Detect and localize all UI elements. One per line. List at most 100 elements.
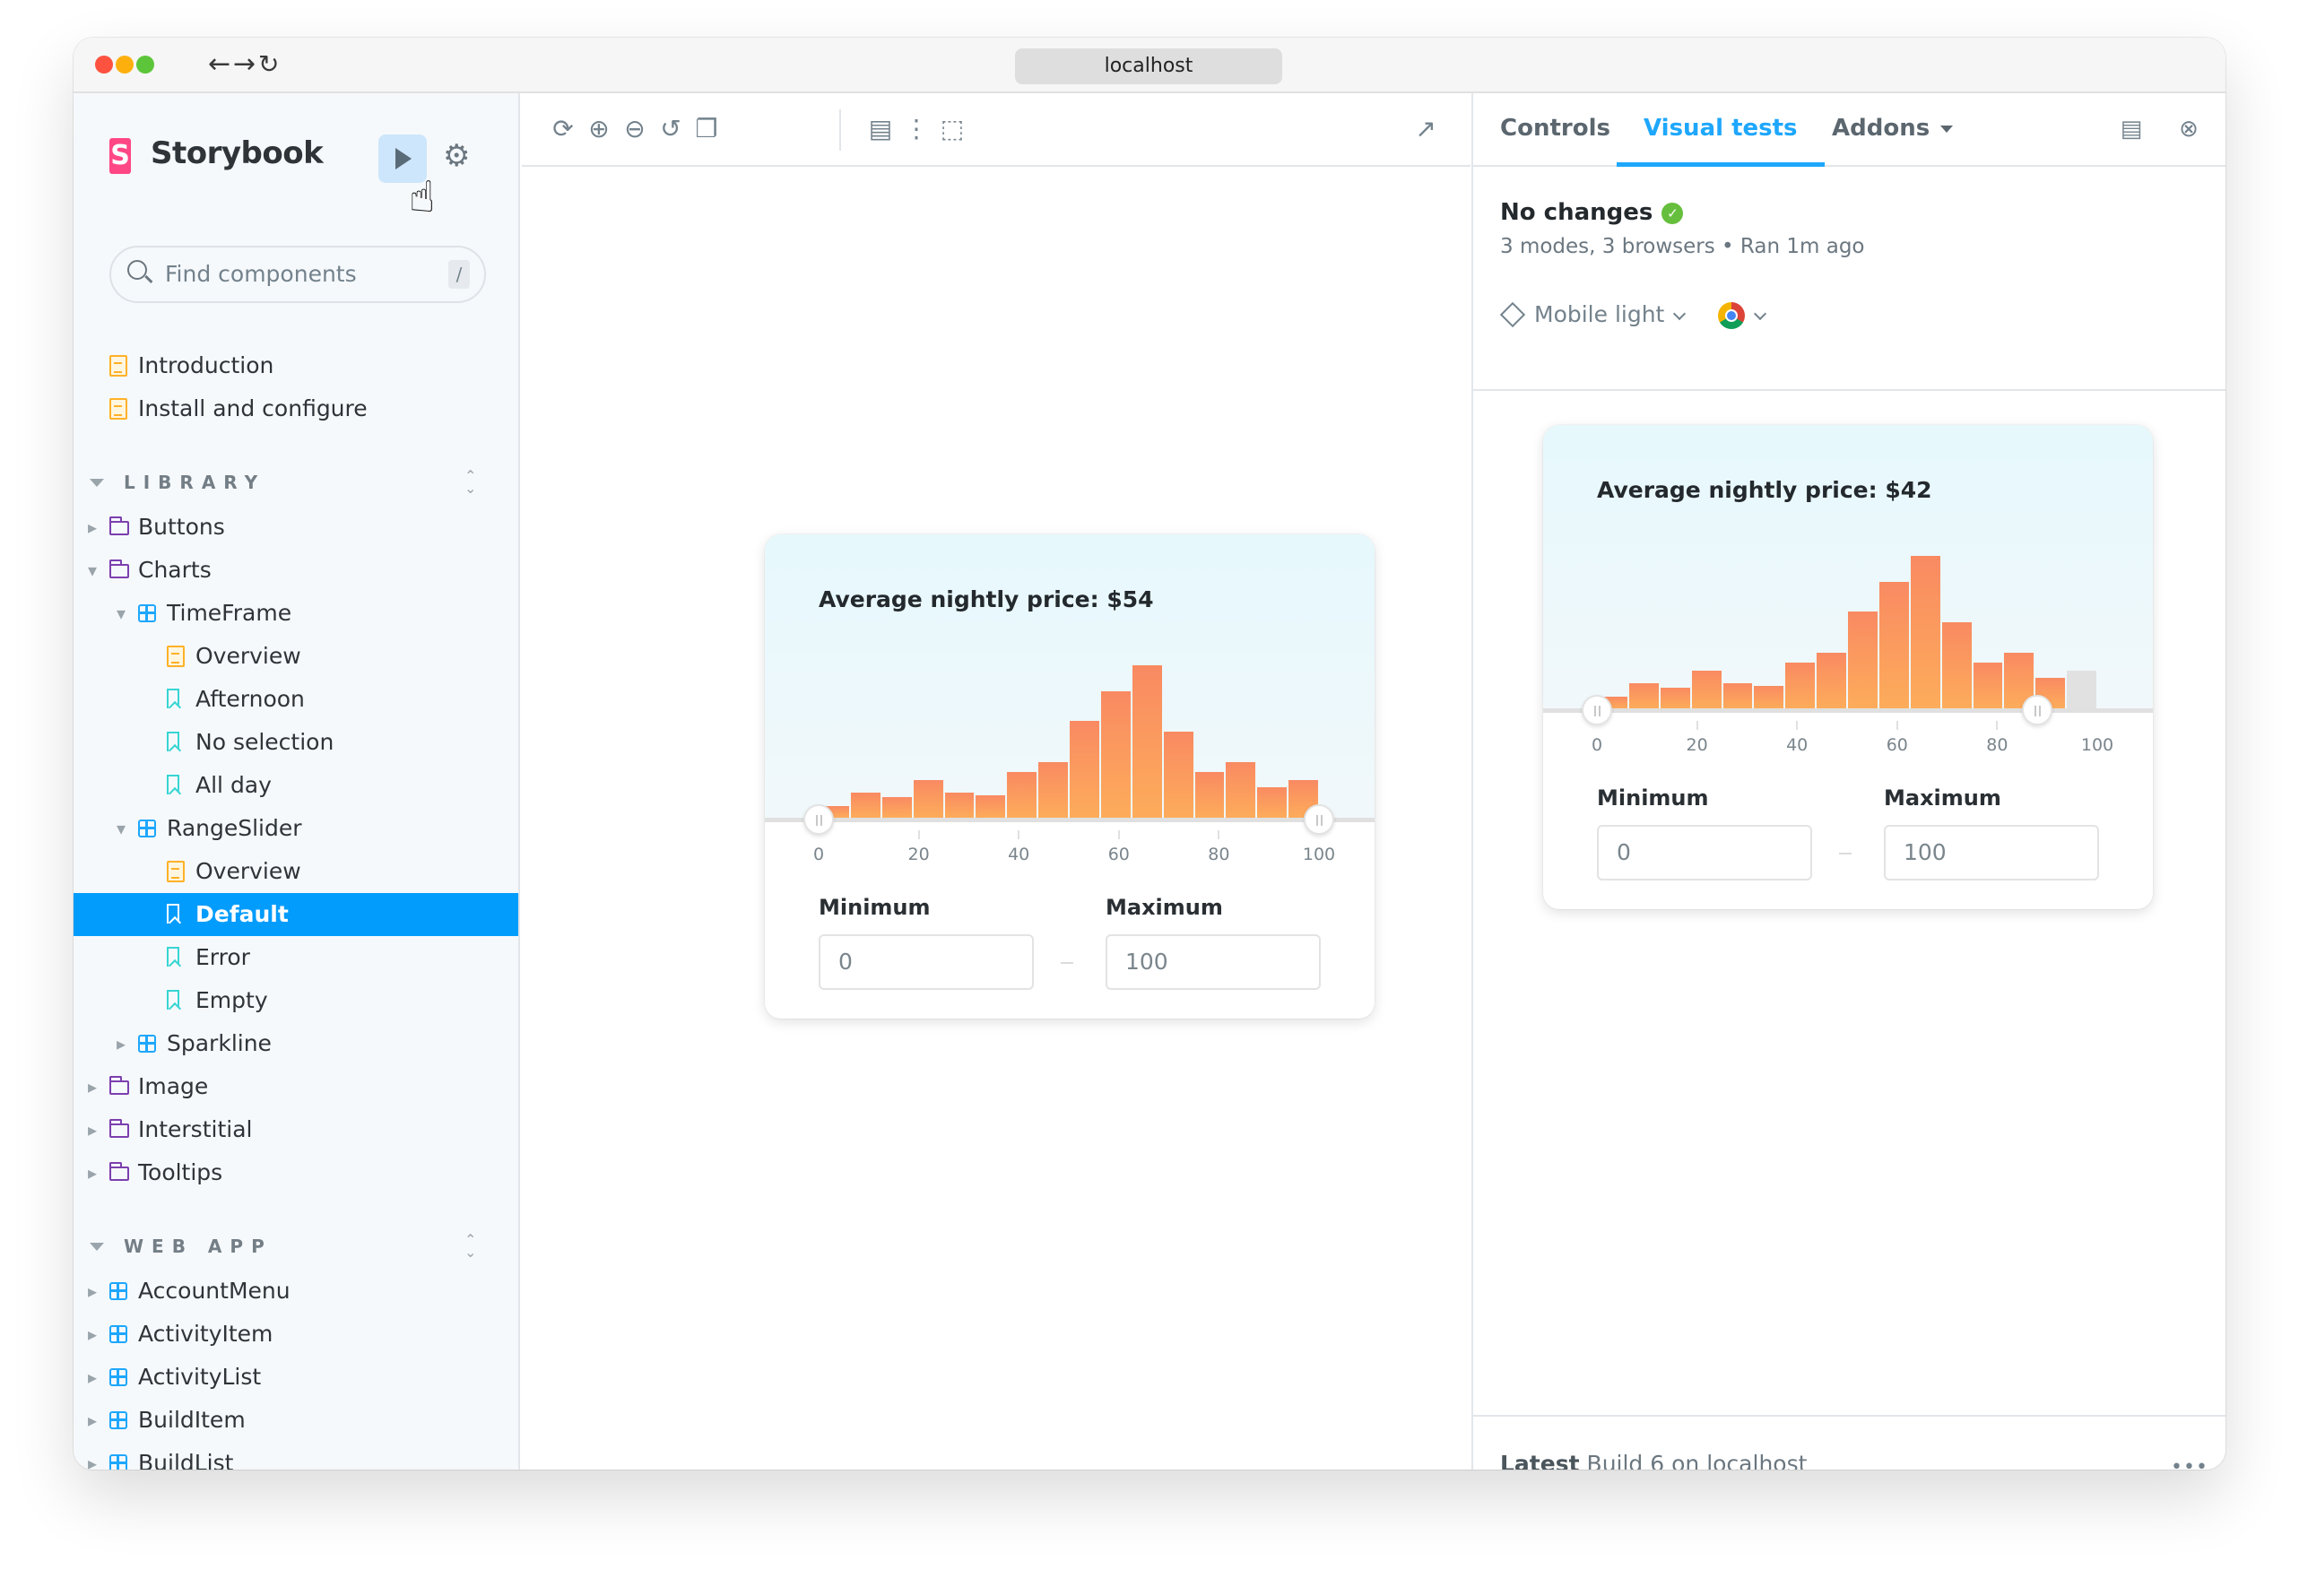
arrow-right-icon[interactable]: → — [233, 48, 256, 81]
sidebar-item-install-and-configure[interactable]: Install and configure — [74, 387, 518, 430]
caret-right-icon[interactable]: ▸ — [88, 1313, 100, 1356]
range-dash — [1061, 962, 1073, 964]
tick-mark — [1696, 721, 1698, 730]
grid-icon[interactable]: ⋮ — [900, 113, 933, 145]
sidebar-item-error[interactable]: Error — [74, 936, 518, 979]
histogram-bar — [1973, 662, 2003, 708]
histogram-bar — [1941, 621, 1972, 708]
snapshot-minimum-label: Minimum — [1597, 785, 1709, 811]
sidebar-item-timeframe[interactable]: ▾ TimeFrame — [74, 592, 518, 635]
sidebar-item-no-selection[interactable]: No selection — [74, 721, 518, 764]
sidebar-item-interstitial[interactable]: ▸ Interstitial — [74, 1108, 518, 1151]
caret-right-icon[interactable]: ▸ — [88, 1442, 100, 1470]
document-icon — [167, 646, 185, 667]
sidebar-item-image[interactable]: ▸ Image — [74, 1065, 518, 1108]
sidebar-item-afternoon[interactable]: Afternoon — [74, 678, 518, 721]
slider-min-handle[interactable] — [1582, 695, 1612, 725]
caret-right-icon[interactable]: ▸ — [88, 1108, 100, 1151]
panel-position-icon[interactable]: ▤ — [2117, 115, 2146, 143]
sidebar-item-empty[interactable]: Empty — [74, 979, 518, 1022]
histogram-bar — [1910, 556, 1940, 708]
tick-label: 40 — [1008, 845, 1030, 864]
mode-selector[interactable]: Mobile light — [1499, 301, 1693, 328]
caret-right-icon[interactable]: ▸ — [88, 1399, 100, 1442]
histogram-bar — [1848, 612, 1878, 708]
maximum-input[interactable]: 100 — [1106, 934, 1321, 990]
sidebar-item-rangeslider[interactable]: ▾ RangeSlider — [74, 807, 518, 850]
minimize-window-button[interactable] — [116, 56, 134, 74]
measure-icon[interactable]: ▤ — [864, 113, 897, 145]
section-web-app[interactable]: WEB APP ⌃ ⌄ — [74, 1227, 518, 1270]
more-options-icon[interactable]: ••• — [2171, 1456, 2208, 1470]
open-external-icon[interactable]: ↗ — [1410, 113, 1442, 145]
remount-icon[interactable]: ⟳ — [547, 113, 579, 145]
caret-right-icon[interactable]: ▸ — [88, 1065, 100, 1108]
background-icon[interactable]: ❐ — [690, 113, 723, 145]
close-window-button[interactable] — [95, 56, 113, 74]
expand-collapse-icon[interactable]: ⌃ ⌄ — [464, 1233, 476, 1260]
maximize-window-button[interactable] — [136, 56, 154, 74]
tick-label: 40 — [1786, 735, 1809, 755]
slider-track[interactable] — [765, 818, 1375, 822]
caret-down-icon[interactable] — [90, 1243, 104, 1251]
browser-selector[interactable] — [1700, 301, 1774, 329]
arrow-left-icon[interactable]: ← — [208, 48, 230, 81]
footer-divider — [1473, 1415, 2225, 1417]
histogram-bar — [976, 794, 1006, 818]
caret-right-icon[interactable]: ▸ — [117, 1022, 129, 1065]
caret-right-icon[interactable]: ▸ — [88, 1270, 100, 1313]
caret-down-icon[interactable] — [90, 479, 104, 487]
snapshot-card: Average nightly price: $42 Minimum Maxim… — [1543, 425, 2153, 909]
histogram-bar — [1163, 731, 1193, 818]
histogram-bar — [1722, 682, 1753, 708]
gear-icon[interactable]: ⚙ — [443, 138, 470, 174]
sidebar-item-buildlist[interactable]: ▸ BuildList — [74, 1442, 518, 1470]
addon-panel: Controls Visual tests Addons ▤ ⊗ No chan… — [1471, 93, 2225, 1470]
zoom-reset-icon[interactable]: ↺ — [655, 113, 687, 145]
sidebar-item-activityitem[interactable]: ▸ ActivityItem — [74, 1313, 518, 1356]
outline-icon[interactable]: ⬚ — [936, 113, 968, 145]
sidebar-item-overview[interactable]: Overview — [74, 635, 518, 678]
slider-track[interactable] — [1543, 708, 2153, 713]
minimum-input[interactable]: 0 — [819, 934, 1034, 990]
sidebar-item-activitylist[interactable]: ▸ ActivityList — [74, 1356, 518, 1399]
sidebar-item-overview[interactable]: Overview — [74, 850, 518, 893]
sidebar-item-label: AccountMenu — [138, 1278, 291, 1304]
tab-visual-tests[interactable]: Visual tests — [1617, 93, 1825, 167]
zoom-in-icon[interactable]: ⊕ — [583, 113, 615, 145]
close-panel-icon[interactable]: ⊗ — [2174, 115, 2203, 143]
slider-min-handle[interactable] — [803, 804, 834, 835]
sidebar-item-charts[interactable]: ▾ Charts — [74, 549, 518, 592]
sidebar-item-label: Sparkline — [167, 1030, 272, 1056]
caret-down-icon[interactable]: ▾ — [117, 592, 129, 635]
slider-max-handle[interactable] — [2022, 695, 2053, 725]
bookmark-icon — [167, 689, 179, 708]
reload-icon[interactable]: ↻ — [258, 48, 279, 81]
sidebar-item-default[interactable]: Default — [74, 893, 518, 936]
sidebar-item-sparkline[interactable]: ▸ Sparkline — [74, 1022, 518, 1065]
caret-down-icon[interactable]: ▾ — [117, 807, 129, 850]
tick-label: 0 — [1591, 735, 1603, 755]
tab-addons[interactable]: Addons — [1832, 93, 1954, 167]
caret-right-icon[interactable]: ▸ — [88, 1151, 100, 1194]
histogram-bar — [1070, 721, 1099, 818]
sidebar-item-tooltips[interactable]: ▸ Tooltips — [74, 1151, 518, 1194]
component-icon — [109, 1454, 127, 1470]
sidebar-item-accountmenu[interactable]: ▸ AccountMenu — [74, 1270, 518, 1313]
zoom-out-icon[interactable]: ⊖ — [619, 113, 651, 145]
url-bar[interactable]: localhost — [1015, 48, 1282, 84]
histogram-bar — [1100, 690, 1131, 818]
sidebar-item-builditem[interactable]: ▸ BuildItem — [74, 1399, 518, 1442]
expand-collapse-icon[interactable]: ⌃ ⌄ — [464, 469, 476, 496]
section-library[interactable]: LIBRARY ⌃ ⌄ — [74, 463, 518, 506]
slider-max-handle[interactable] — [1304, 804, 1334, 835]
search-input[interactable]: Find components / — [109, 246, 486, 303]
caret-right-icon[interactable]: ▸ — [88, 506, 100, 549]
sidebar-item-introduction[interactable]: Introduction — [74, 344, 518, 387]
tab-controls[interactable]: Controls — [1500, 93, 1610, 167]
sidebar-item-buttons[interactable]: ▸ Buttons — [74, 506, 518, 549]
caret-down-icon[interactable]: ▾ — [88, 549, 100, 592]
panel-tabs: Controls Visual tests Addons ▤ ⊗ — [1473, 93, 2225, 167]
caret-right-icon[interactable]: ▸ — [88, 1356, 100, 1399]
sidebar-item-all-day[interactable]: All day — [74, 764, 518, 807]
